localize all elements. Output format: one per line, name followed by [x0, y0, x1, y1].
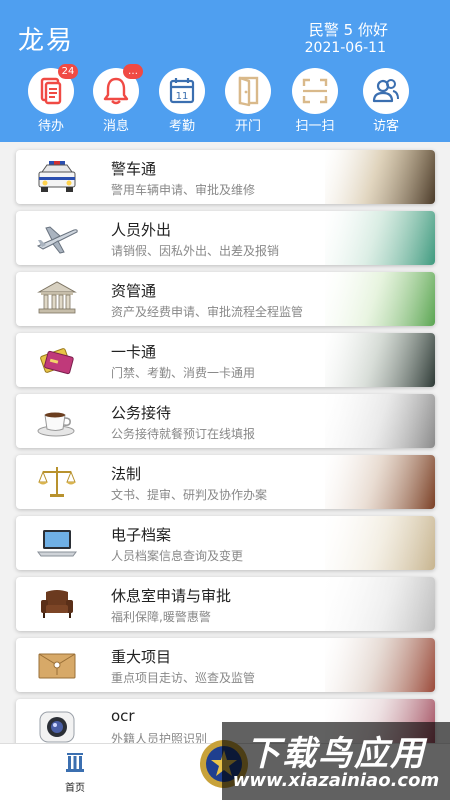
- module-subtitle: 请销假、因私外出、出差及报销: [111, 244, 280, 258]
- quick-action-scan[interactable]: 扫一扫: [285, 68, 345, 134]
- airplane-icon: [36, 226, 78, 254]
- module-card-official-reception[interactable]: 公务接待 公务接待就餐预订在线填报: [16, 394, 435, 448]
- module-title: 重大项目: [111, 648, 172, 666]
- armchair-icon: [41, 590, 73, 618]
- module-card-one-card[interactable]: 一卡通 门禁、考勤、消费一卡通用: [16, 333, 435, 387]
- card-fade: [305, 516, 435, 570]
- quick-action-label: 考勤: [168, 119, 195, 134]
- scan-icon: [292, 68, 338, 114]
- card-fade: [305, 211, 435, 265]
- module-card-asset-management[interactable]: 资管通 资产及经费申请、审批流程全程监管: [16, 272, 435, 326]
- home-building-icon: [66, 753, 84, 772]
- door-icon: [225, 68, 271, 114]
- card-fade: [305, 272, 435, 326]
- quick-action-messages[interactable]: … 消息: [86, 64, 146, 134]
- module-title: 一卡通: [111, 343, 157, 361]
- module-subtitle: 公务接待就餐预订在线填报: [111, 427, 256, 441]
- tab-home[interactable]: 首页: [50, 748, 100, 798]
- watermark-url: www.xiazainiao.com: [232, 770, 440, 791]
- module-subtitle: 重点项目走访、巡查及监管: [111, 671, 256, 685]
- module-card-electronic-archive[interactable]: 电子档案 人员档案信息查询及变更: [16, 516, 435, 570]
- bank-icon: [37, 281, 77, 314]
- scales-icon: [38, 467, 76, 497]
- module-card-legal[interactable]: 法制 文书、提审、研判及协作办案: [16, 455, 435, 509]
- visitors-icon: [363, 68, 409, 114]
- calendar-icon: 11: [159, 68, 205, 114]
- module-title: 休息室申请与审批: [111, 587, 232, 605]
- envelope-icon: [38, 653, 76, 679]
- module-subtitle: 文书、提审、研判及协作办案: [111, 488, 268, 502]
- module-title: 人员外出: [111, 221, 172, 239]
- quick-action-label: 扫一扫: [295, 119, 335, 134]
- quick-action-open-door[interactable]: 开门: [218, 68, 278, 134]
- module-title: 电子档案: [111, 526, 172, 544]
- tab-home-label: 首页: [65, 783, 85, 794]
- module-card-lounge-approval[interactable]: 休息室申请与审批 福利保障,暖警惠警: [16, 577, 435, 631]
- module-card-staff-outing[interactable]: 人员外出 请销假、因私外出、出差及报销: [16, 211, 435, 265]
- module-subtitle: 资产及经费申请、审批流程全程监管: [111, 305, 304, 319]
- module-list[interactable]: 警车通 警用车辆申请、审批及维修 人员外出 请销假、因私外出、出差及报销 资管通…: [0, 145, 450, 743]
- laptop-icon: [37, 530, 77, 557]
- message-badge: …: [123, 64, 143, 79]
- site-watermark: 下载鸟应用 www.xiazainiao.com: [222, 722, 450, 800]
- quick-action-attendance[interactable]: 11 考勤: [152, 68, 212, 134]
- card-fade: [305, 333, 435, 387]
- quick-action-todo[interactable]: 24 待办: [21, 64, 81, 134]
- app-title: 龙易: [18, 26, 75, 56]
- module-subtitle: 福利保障,暖警惠警: [111, 610, 211, 624]
- quick-action-label: 访客: [372, 119, 399, 134]
- module-title: 法制: [111, 465, 142, 483]
- quick-action-label: 开门: [234, 119, 261, 134]
- todo-count-badge: 24: [58, 64, 78, 79]
- user-greeting: 民警 5 你好: [308, 21, 388, 39]
- quick-action-visitors[interactable]: 访客: [356, 68, 416, 134]
- coffee-icon: [37, 412, 75, 437]
- quick-action-label: 待办: [37, 119, 64, 134]
- module-subtitle: 人员档案信息查询及变更: [111, 549, 244, 563]
- module-title: 公务接待: [111, 404, 172, 422]
- card-fade: [305, 455, 435, 509]
- card-fade: [305, 577, 435, 631]
- module-card-major-projects[interactable]: 重大项目 重点项目走访、巡查及监管: [16, 638, 435, 692]
- camera-icon: [39, 711, 75, 743]
- quick-action-label: 消息: [102, 119, 129, 134]
- module-card-police-car[interactable]: 警车通 警用车辆申请、审批及维修: [16, 150, 435, 204]
- module-title: 资管通: [111, 282, 157, 300]
- module-subtitle: 警用车辆申请、审批及维修: [111, 183, 256, 197]
- current-date: 2021-06-11: [304, 40, 386, 56]
- card-fade: [305, 638, 435, 692]
- module-title: 警车通: [111, 160, 157, 178]
- module-subtitle: 门禁、考勤、消费一卡通用: [111, 366, 256, 380]
- module-subtitle: 外籍人员护照识别: [111, 732, 208, 743]
- header: 龙易 民警 5 你好 2021-06-11 24 待办 … 消息 11 考勤 开…: [0, 0, 450, 142]
- police-car-icon: [38, 161, 76, 192]
- quick-actions: 24 待办 … 消息 11 考勤 开门 扫一扫 访客: [0, 64, 450, 136]
- module-title: ocr: [111, 707, 135, 725]
- card-fade: [305, 150, 435, 204]
- watermark-text: 下载鸟应用: [246, 734, 426, 774]
- card-icon: [40, 348, 74, 375]
- card-fade: [305, 394, 435, 448]
- calendar-day: 11: [176, 91, 189, 102]
